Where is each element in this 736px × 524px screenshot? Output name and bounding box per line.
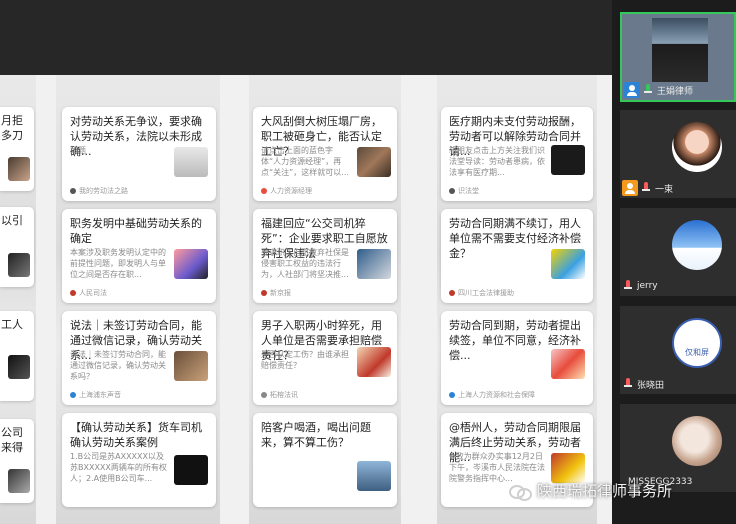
participant-name: 张晓田: [637, 380, 665, 391]
avatar: [672, 220, 722, 270]
source-logo-icon: [449, 188, 455, 194]
article-description: 说法｜未签订劳动合同，能通过微信记录，确认劳动关系吗？: [70, 350, 166, 381]
article-thumbnail: [357, 147, 391, 177]
participant-name-bar: 王娟律师: [622, 80, 734, 100]
edge-card-text: 工人: [1, 318, 23, 331]
article-description: 是否认定工伤？由谁承担赔偿责任？: [261, 350, 349, 370]
avatar: [672, 122, 722, 172]
microphone-muted-icon[interactable]: [623, 280, 633, 292]
edge-card-1[interactable]: 以引: [0, 207, 34, 287]
article-thumbnail: [551, 349, 585, 379]
article-thumbnail: [174, 147, 208, 177]
article-thumbnail: [551, 453, 585, 483]
participant-name-bar: 张晓田: [620, 374, 736, 394]
edge-card-thumbnail: [8, 469, 30, 493]
article-card[interactable]: 说法｜未签订劳动合同，能通过微信记录，确认劳动关系... 说法｜未签订劳动合同，…: [62, 311, 216, 405]
participant-name: 王娟律师: [657, 86, 694, 97]
participant-tile[interactable]: 一束: [620, 110, 736, 198]
watermark-text: 陕西瑞拓律师事务所: [537, 482, 673, 500]
microphone-muted-icon[interactable]: [623, 378, 633, 390]
edge-card-2[interactable]: 工人: [0, 311, 34, 401]
article-thumbnail: [357, 461, 391, 491]
edge-card-3[interactable]: 公司 来得: [0, 419, 34, 503]
participant-name-bar: 一束: [620, 178, 736, 198]
article-thumbnail: [174, 351, 208, 381]
participant-name-bar: jerry: [620, 276, 736, 296]
edge-card-text: 公司 来得: [1, 426, 23, 454]
article-description: 新朋友点击上方关注我们识法堂导读：劳动者患病，依法享有医疗期...: [449, 146, 545, 177]
avatar: 仅和屏: [672, 318, 722, 368]
article-card[interactable]: 医疗期内未支付劳动报酬，劳动者可以解除劳动合同并请... 新朋友点击上方关注我们…: [441, 107, 593, 201]
article-source: 柘榕法讯: [261, 390, 298, 400]
edge-card-0[interactable]: 月拒 多刀: [0, 107, 34, 191]
article-thumbnail: [174, 249, 208, 279]
article-description: 1.B公司是苏AXXXXX以及苏BXXXXX两辆车的所有权人；2.A使用B公司车…: [70, 452, 167, 483]
article-source: 人力资源经理: [261, 186, 312, 196]
microphone-muted-icon[interactable]: [641, 182, 651, 194]
article-source: 上海浦东声音: [70, 390, 121, 400]
participant-tile[interactable]: 仅和屏 张晓田: [620, 306, 736, 394]
source-logo-icon: [70, 290, 76, 296]
microphone-icon[interactable]: [643, 84, 653, 96]
source-logo-icon: [261, 290, 267, 296]
article-title: 【确认劳动关系】货车司机确认劳动关系案例: [70, 421, 202, 449]
participant-name: jerry: [637, 281, 658, 291]
source-logo-icon: [70, 392, 76, 398]
article-card[interactable]: 劳动合同到期，劳动者提出续签，单位不同意，经济补偿... 上海人力资源和社会保障: [441, 311, 593, 405]
source-logo-icon: [70, 188, 76, 194]
person-icon: [622, 180, 638, 196]
article-source: 四川工会法律援助: [449, 288, 514, 298]
article-title: 职务发明中基础劳动关系的确定: [70, 217, 202, 245]
article-thumbnail: [357, 249, 391, 279]
article-description: 要求职工自愿放弃社保是侵害职工权益的违法行为，人社部门将坚决推...: [261, 248, 349, 279]
article-source: 上海人力资源和社会保障: [449, 390, 535, 400]
article-card[interactable]: 陪客户喝酒，喝出问题来，算不算工伤？: [253, 413, 397, 507]
edge-card-text: 以引: [1, 214, 23, 227]
article-card[interactable]: 劳动合同期满不续订，用人单位需不需要支付经济补偿金？ 四川工会法律援助: [441, 209, 593, 303]
participant-tile-active-speaker[interactable]: 王娟律师: [620, 12, 736, 102]
article-thumbnail: [357, 347, 391, 377]
video-feed: [652, 18, 708, 82]
source-logo-icon: [449, 392, 455, 398]
participant-name: 一束: [655, 184, 674, 195]
article-source: 新京报: [261, 288, 291, 298]
article-card[interactable]: 对劳动关系无争议，要求确认劳动关系，法院以未形成确... 如题 我的劳动法之路: [62, 107, 216, 201]
article-description: 如题: [70, 146, 86, 155]
article-card[interactable]: 【确认劳动关系】货车司机确认劳动关系案例 1.B公司是苏AXXXXX以及苏BXX…: [62, 413, 216, 507]
edge-card-text: 月拒 多刀: [1, 114, 23, 142]
source-logo-icon: [449, 290, 455, 296]
article-source: 我的劳动法之路: [70, 186, 128, 196]
avatar: [672, 416, 722, 466]
article-description: 请点击上面的蓝色字体“人力资源经理”，再点“关注”，这样就可以...: [261, 146, 349, 177]
participants-sidebar: 王娟律师 一束 jerry 仅和屏 张晓田 MISSEGG2333: [612, 0, 736, 524]
person-icon: [624, 82, 640, 98]
source-logo-icon: [261, 188, 267, 194]
article-card[interactable]: 男子入职两小时猝死，用人单位是否需要承担赔偿责任？ 是否认定工伤？由谁承担赔偿责…: [253, 311, 397, 405]
article-source: 识法堂: [449, 186, 479, 196]
article-card[interactable]: 大风刮倒大树压塌厂房，职工被砸身亡，能否认定工亡？ 请点击上面的蓝色字体“人力资…: [253, 107, 397, 201]
wechat-watermark: 陕西瑞拓律师事务所: [509, 480, 672, 501]
article-thumbnail: [551, 145, 585, 175]
article-card[interactable]: 福建回应“公交司机猝死”：企业要求职工自愿放弃社保违法 要求职工自愿放弃社保是侵…: [253, 209, 397, 303]
wechat-icon: [509, 483, 532, 501]
meeting-top-bar: [0, 0, 612, 75]
participant-tile[interactable]: jerry: [620, 208, 736, 296]
article-source: 人民司法: [70, 288, 107, 298]
article-title: 陪客户喝酒，喝出问题来，算不算工伤？: [261, 421, 371, 449]
article-card[interactable]: 职务发明中基础劳动关系的确定 本案涉及职务发明认定中的前提性问题，即发明人与单位…: [62, 209, 216, 303]
article-description: 本案涉及职务发明认定中的前提性问题，即发明人与单位之间是否存在职...: [70, 248, 166, 279]
participant-tile[interactable]: MISSEGG2333: [620, 404, 736, 492]
edge-card-thumbnail: [8, 253, 30, 277]
source-logo-icon: [261, 392, 267, 398]
article-thumbnail: [174, 455, 208, 485]
article-thumbnail: [551, 249, 585, 279]
edge-card-thumbnail: [8, 355, 30, 379]
edge-card-thumbnail: [8, 157, 30, 181]
shared-screen: 月拒 多刀 以引 工人 公司 来得 对劳动关系无争议，要求确认劳动关系，法院以未形成…: [0, 75, 612, 524]
avatar-logo-text: 仅和屏: [685, 348, 709, 357]
